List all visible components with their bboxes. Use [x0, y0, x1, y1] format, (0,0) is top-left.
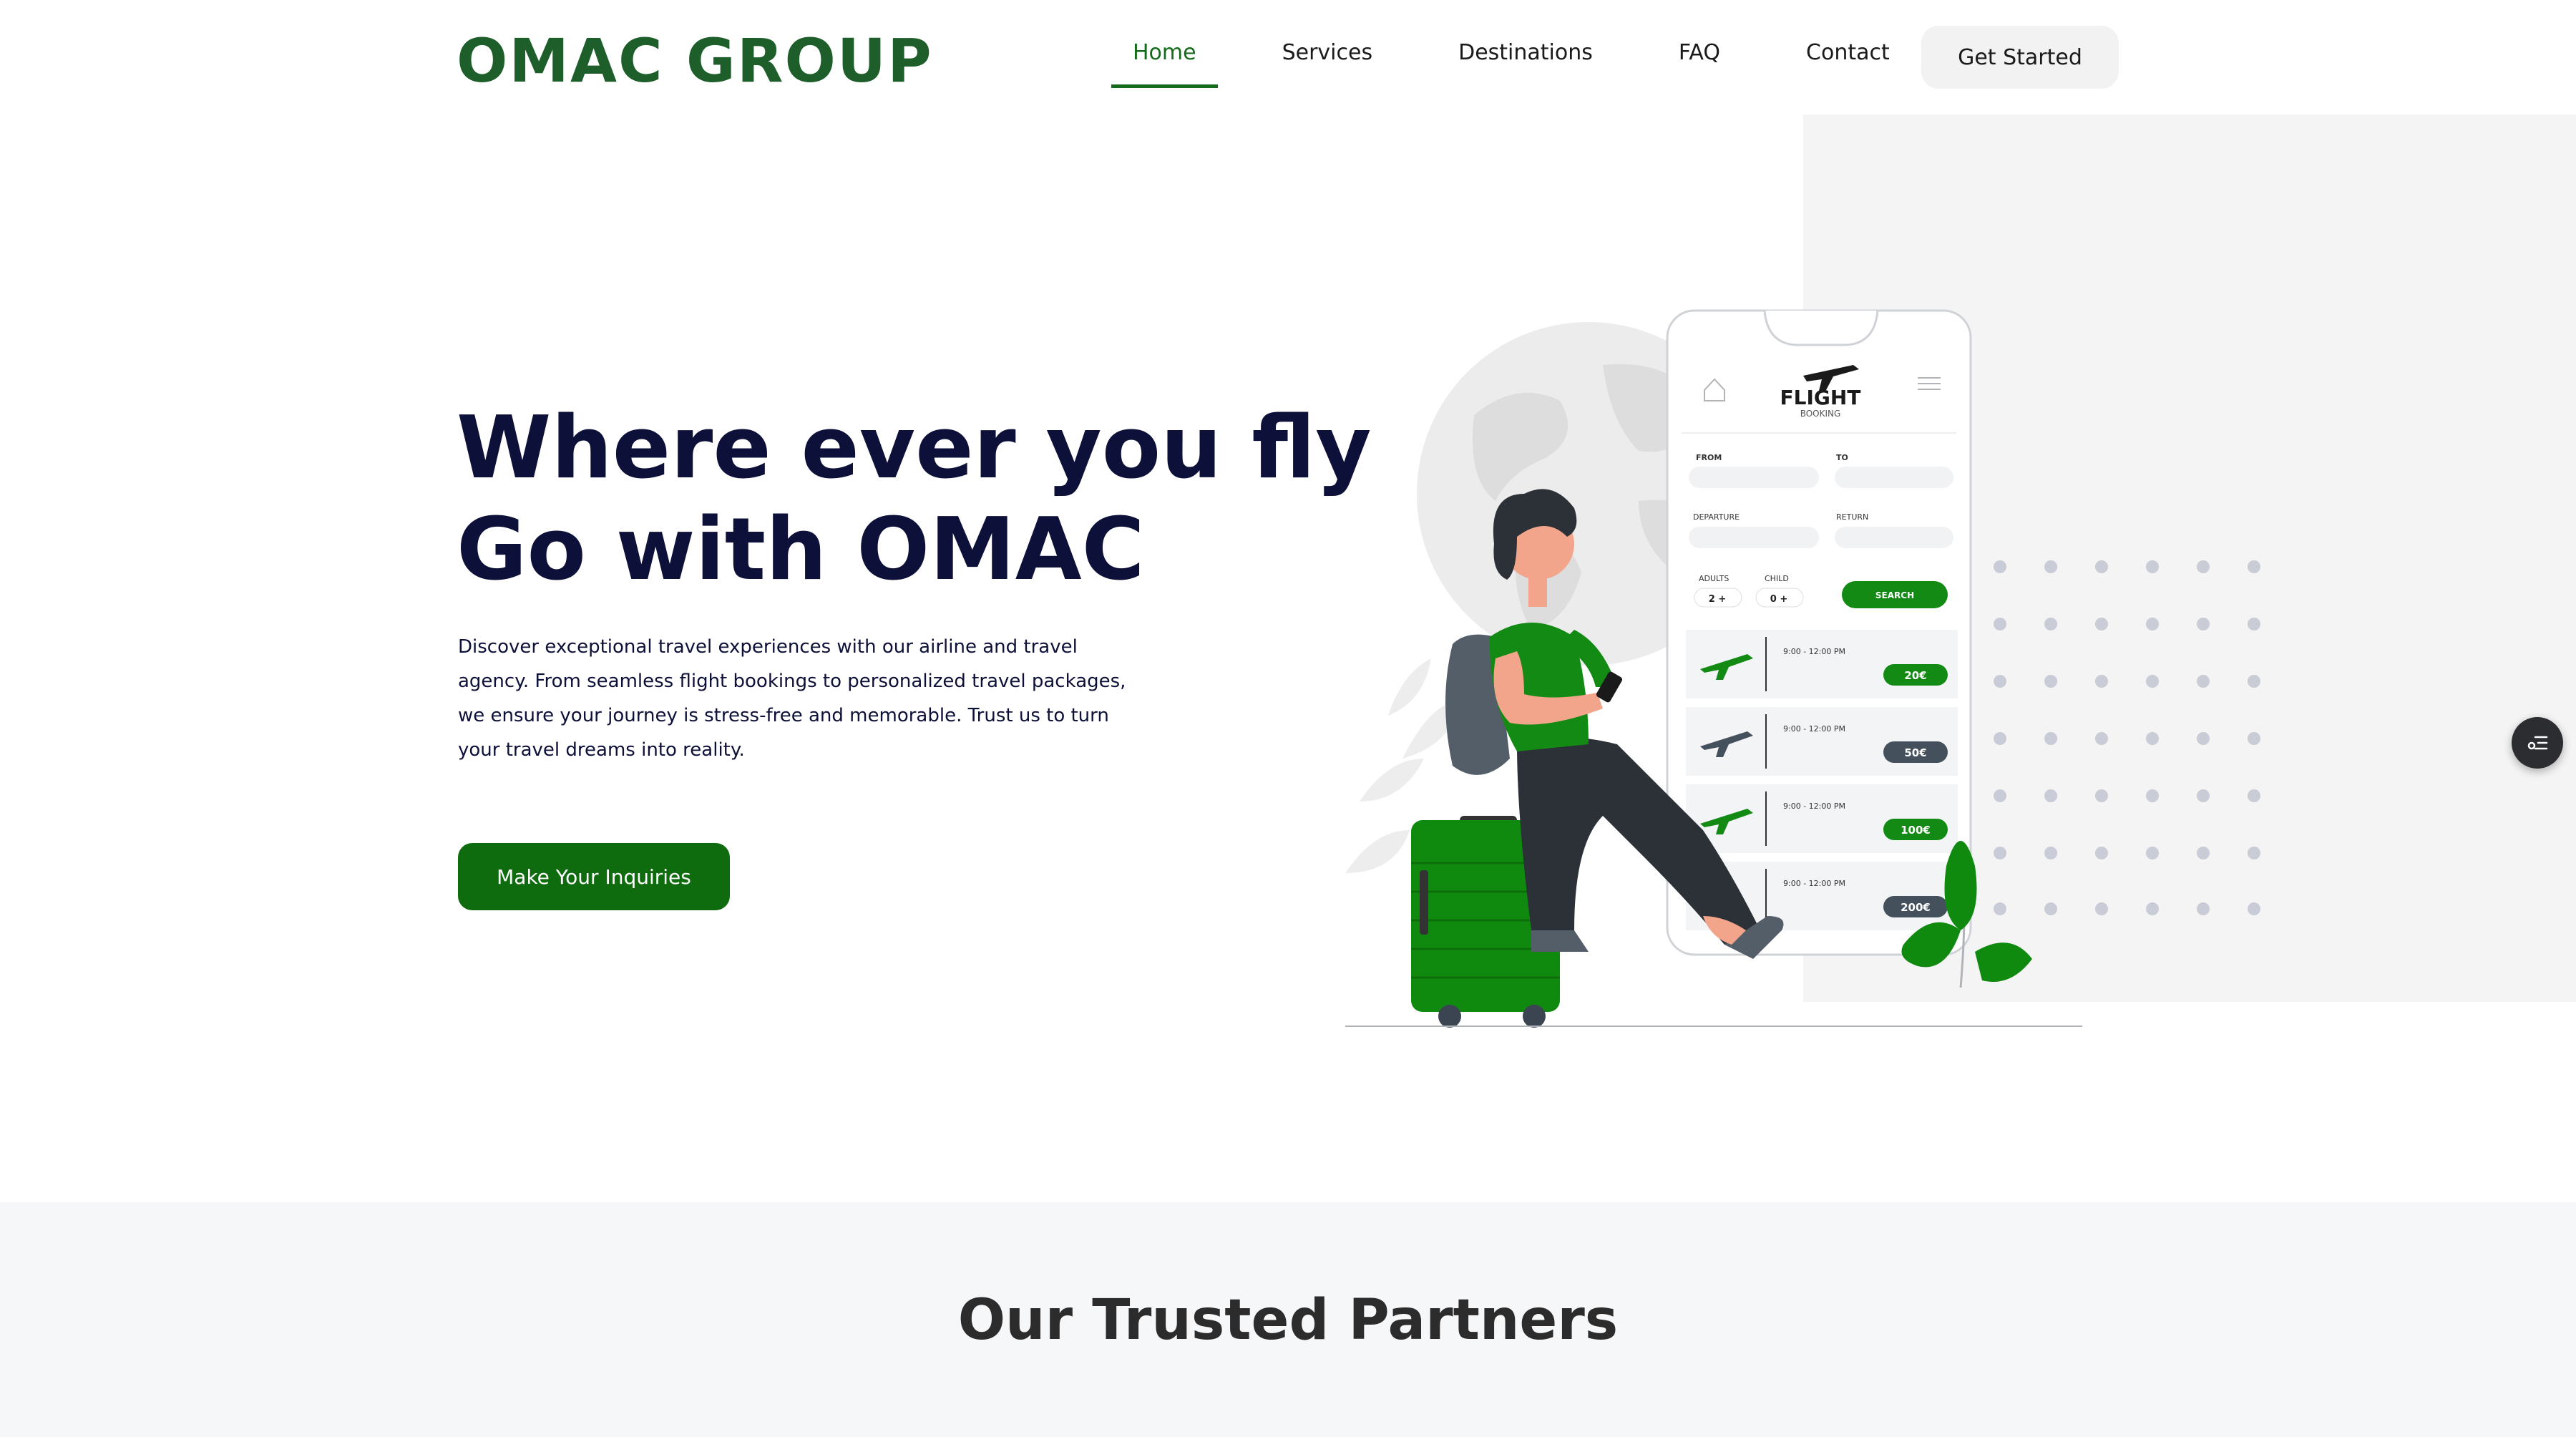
adults-value: 2 + — [1709, 594, 1726, 605]
svg-text:200€: 200€ — [1901, 901, 1931, 914]
child-value: 0 + — [1770, 594, 1787, 605]
phone-title: FLIGHT — [1780, 386, 1861, 409]
nav-destinations[interactable]: Destinations — [1437, 34, 1614, 88]
search-button-label: SEARCH — [1875, 590, 1914, 600]
return-label: RETURN — [1836, 512, 1868, 522]
svg-text:50€: 50€ — [1904, 746, 1926, 759]
flight-row-3: 9:00 - 12:00 PM 100€ — [1686, 784, 1958, 853]
floating-settings-button[interactable] — [2512, 717, 2563, 769]
svg-text:9:00 - 12:00 PM: 9:00 - 12:00 PM — [1783, 802, 1845, 811]
departure-label: DEPARTURE — [1693, 512, 1740, 522]
from-label: FROM — [1696, 453, 1722, 462]
get-started-button[interactable]: Get Started — [1921, 26, 2119, 89]
hero-title: Where ever you fly Go with OMAC — [457, 398, 1372, 601]
make-inquiries-button[interactable]: Make Your Inquiries — [458, 843, 730, 910]
svg-text:9:00 - 12:00 PM: 9:00 - 12:00 PM — [1783, 724, 1845, 734]
settings-sliders-icon — [2527, 736, 2548, 750]
nav-faq[interactable]: FAQ — [1657, 34, 1742, 88]
flight-row-2: 9:00 - 12:00 PM 50€ — [1686, 707, 1958, 776]
travel-illustration: FLIGHT BOOKING FROM TO DEPARTURE RETURN … — [1345, 309, 2082, 1028]
to-label: TO — [1836, 453, 1848, 462]
nav-services[interactable]: Services — [1261, 34, 1395, 88]
phone-subtitle: BOOKING — [1800, 409, 1841, 419]
nav-home[interactable]: Home — [1111, 34, 1218, 88]
main-nav: Home Services Destinations FAQ Contact — [1111, 34, 1954, 88]
child-label: CHILD — [1765, 574, 1789, 583]
svg-text:100€: 100€ — [1901, 824, 1931, 837]
hero-title-line-2: Go with OMAC — [457, 500, 1145, 600]
hero-description: Discover exceptional travel experiences … — [458, 636, 1126, 761]
hero-title-line-1: Where ever you fly — [457, 399, 1372, 498]
svg-text:9:00 - 12:00 PM: 9:00 - 12:00 PM — [1783, 647, 1845, 656]
logo[interactable]: OMAC GROUP — [457, 26, 933, 96]
svg-text:9:00 - 12:00 PM: 9:00 - 12:00 PM — [1783, 879, 1845, 888]
partners-title: Our Trusted Partners — [957, 1288, 1619, 1353]
nav-contact[interactable]: Contact — [1785, 34, 1911, 88]
flight-row-1: 9:00 - 12:00 PM 20€ — [1686, 630, 1958, 698]
svg-text:20€: 20€ — [1904, 669, 1926, 682]
adults-label: ADULTS — [1699, 574, 1729, 583]
